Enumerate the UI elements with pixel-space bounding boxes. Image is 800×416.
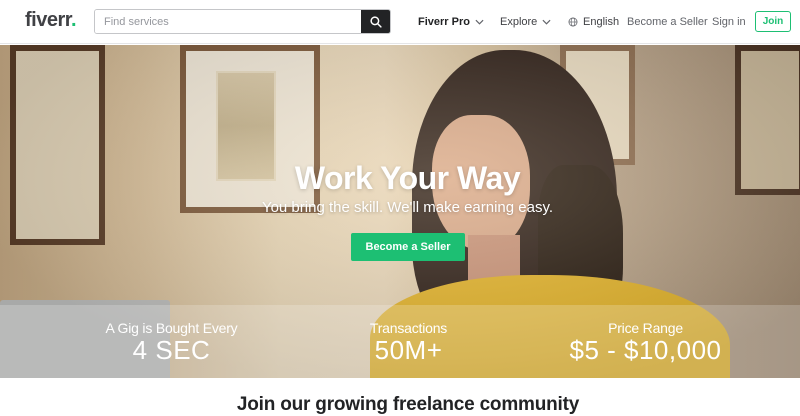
stat-gig-frequency: A Gig is Bought Every 4 SEC	[38, 305, 305, 378]
stat-label: A Gig is Bought Every	[105, 320, 238, 336]
explore-label: Explore	[500, 16, 538, 28]
globe-icon	[568, 17, 578, 27]
become-seller-button[interactable]: Become a Seller	[351, 233, 465, 261]
hero-subtitle: You bring the skill. We'll make earning …	[261, 199, 554, 216]
language-label: English	[583, 16, 620, 28]
search-bar	[94, 9, 391, 34]
chevron-down-icon	[542, 19, 551, 25]
join-button[interactable]: Join	[755, 11, 791, 32]
sign-in-link[interactable]: Sign in	[712, 0, 746, 44]
section-title: Join our growing freelance community	[236, 394, 580, 415]
fiverr-pro-menu[interactable]: Fiverr Pro	[418, 0, 484, 44]
hero-title: Work Your Way	[294, 160, 521, 196]
search-icon	[369, 15, 382, 28]
become-seller-link[interactable]: Become a Seller	[627, 0, 708, 44]
chevron-down-icon	[475, 19, 484, 25]
top-header: fiverr. Fiverr Pro Explore English Becom…	[0, 0, 800, 44]
stat-value: 4 SEC	[132, 335, 211, 365]
stat-transactions: Transactions 50M+	[275, 305, 542, 378]
stat-label: Transactions	[369, 320, 448, 336]
language-selector[interactable]: English	[568, 0, 619, 44]
stat-price-range: Price Range $5 - $10,000	[512, 305, 779, 378]
fiverr-logo[interactable]: fiverr.	[25, 9, 77, 32]
explore-menu[interactable]: Explore	[500, 0, 551, 44]
fiverr-pro-label: Fiverr Pro	[418, 16, 470, 28]
hero-banner: Work Your Way You bring the skill. We'll…	[0, 45, 800, 378]
search-button[interactable]	[361, 10, 390, 33]
search-input[interactable]	[95, 10, 363, 33]
stats-bar: A Gig is Bought Every 4 SEC Transactions…	[0, 305, 800, 378]
stat-label: Price Range	[608, 320, 683, 336]
stat-value: $5 - $10,000	[569, 335, 722, 365]
stat-value: 50M+	[374, 335, 443, 365]
